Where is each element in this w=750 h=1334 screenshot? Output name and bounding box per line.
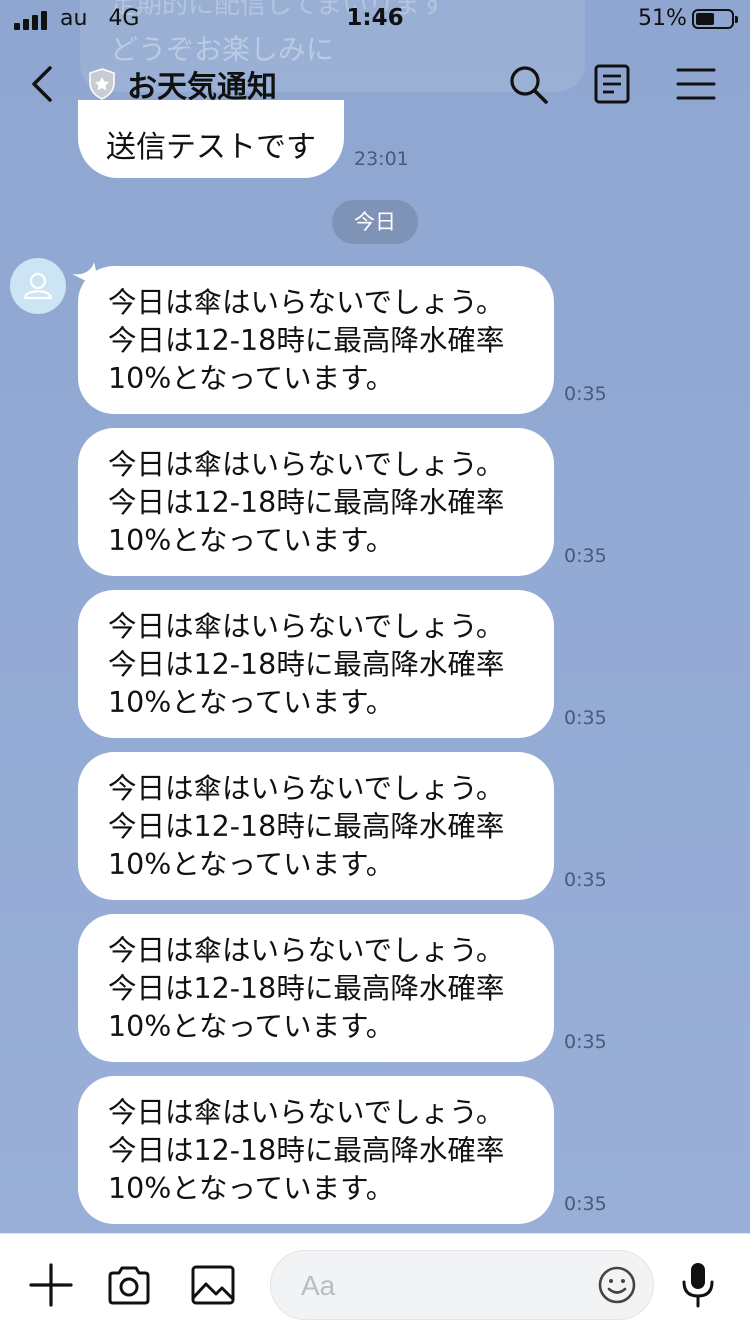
sender-avatar[interactable] [10,258,66,314]
message-line: 10%となっています。 [108,848,395,881]
menu-icon[interactable] [674,62,718,106]
person-icon [23,272,53,300]
message-timestamp: 0:35 [564,545,607,567]
message-bubble-earlier[interactable]: 送信テストです [78,100,344,178]
message-input-field[interactable] [270,1250,654,1320]
message-input-bar [0,1233,750,1334]
message-line: 今日は傘はいらないでしょう。 [108,1096,505,1129]
message-timestamp: 0:35 [564,707,607,729]
message-bubble[interactable]: 今日は傘はいらないでしょう。 今日は12-18時に最高降水確率 10%となってい… [78,428,554,576]
message-bubble[interactable]: 今日は傘はいらないでしょう。 今日は12-18時に最高降水確率 10%となってい… [78,266,554,414]
message-bubble[interactable]: 今日は傘はいらないでしょう。 今日は12-18時に最高降水確率 10%となってい… [78,914,554,1062]
message-timestamp: 23:01 [354,148,409,170]
status-bar: au 4G 1:46 51% [0,0,750,40]
camera-icon[interactable] [106,1262,152,1308]
message-input[interactable] [299,1261,583,1311]
message-line: 10%となっています。 [108,1172,395,1205]
message-line: 今日は12-18時に最高降水確率 [108,648,505,681]
battery-percent: 51% [638,6,687,31]
message-line: 10%となっています。 [108,524,395,557]
message-line: 今日は12-18時に最高降水確率 [108,972,505,1005]
message-bubble[interactable]: 今日は傘はいらないでしょう。 今日は12-18時に最高降水確率 10%となってい… [78,752,554,900]
message-line: 今日は傘はいらないでしょう。 [108,610,505,643]
message-line: 今日は12-18時に最高降水確率 [108,486,505,519]
message-line: 今日は12-18時に最高降水確率 [108,810,505,843]
message-timestamp: 0:35 [564,869,607,891]
image-icon[interactable] [190,1262,236,1308]
notes-icon[interactable] [590,62,634,106]
message-text: 送信テストです [106,130,316,165]
message-line: 今日は傘はいらないでしょう。 [108,448,505,481]
date-divider: 今日 [332,200,418,244]
message-line: 今日は傘はいらないでしょう。 [108,772,505,805]
message-line: 10%となっています。 [108,1010,395,1043]
message-line: 今日は傘はいらないでしょう。 [108,286,505,319]
message-timestamp: 0:35 [564,1031,607,1053]
chat-screen: 定期的に配信してまいります どうぞお楽しみに au 4G 1:46 51% お天… [0,0,750,1334]
message-line: 今日は傘はいらないでしょう。 [108,934,505,967]
back-chevron-icon[interactable] [22,62,66,106]
message-bubble[interactable]: 今日は傘はいらないでしょう。 今日は12-18時に最高降水確率 10%となってい… [78,590,554,738]
message-timestamp: 0:35 [564,1193,607,1215]
official-shield-icon [89,68,115,100]
emoji-icon[interactable] [597,1265,637,1305]
message-bubble[interactable]: 今日は傘はいらないでしょう。 今日は12-18時に最高降水確率 10%となってい… [78,1076,554,1224]
date-divider-label: 今日 [354,210,396,234]
battery-icon [692,9,738,29]
search-icon[interactable] [506,62,550,106]
message-line: 今日は12-18時に最高降水確率 [108,324,505,357]
message-line: 10%となっています。 [108,362,395,395]
message-line: 10%となっています。 [108,686,395,719]
microphone-icon[interactable] [678,1260,718,1310]
message-line: 今日は12-18時に最高降水確率 [108,1134,505,1167]
plus-icon[interactable] [28,1262,74,1308]
message-timestamp: 0:35 [564,383,607,405]
